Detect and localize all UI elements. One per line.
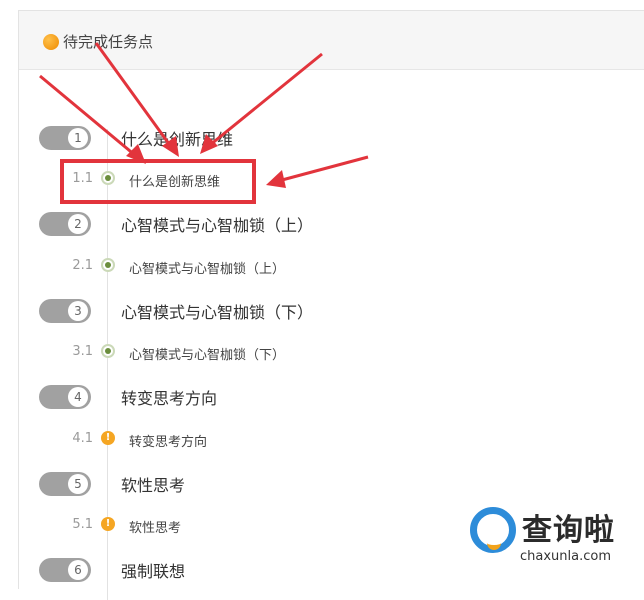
chapter-number: 3 bbox=[68, 301, 88, 321]
pending-task-icon: ! bbox=[101, 431, 115, 445]
chapter-toggle[interactable]: 2 bbox=[39, 212, 91, 236]
chapter-toggle[interactable]: 1 bbox=[39, 126, 91, 150]
pending-status-icon bbox=[43, 34, 59, 50]
chapter-number: 5 bbox=[68, 474, 88, 494]
chapter-number: 4 bbox=[68, 387, 88, 407]
chapter-toggle[interactable]: 3 bbox=[39, 299, 91, 323]
completed-dot-icon bbox=[101, 258, 115, 272]
chapter-toggle[interactable]: 4 bbox=[39, 385, 91, 409]
magnifier-logo-icon bbox=[470, 507, 516, 553]
chapter-title[interactable]: 软性思考 bbox=[121, 472, 185, 496]
task-panel: 待完成任务点 1 什么是创新思维 1.1 什么是创新思维 2 心智模式与心智枷锁… bbox=[18, 10, 644, 600]
chapter-toggle[interactable]: 5 bbox=[39, 472, 91, 496]
chapter-toggle[interactable]: 6 bbox=[39, 558, 91, 582]
chapter-number: 1 bbox=[68, 128, 88, 148]
lesson-title[interactable]: 心智模式与心智枷锁（上） bbox=[129, 258, 285, 277]
chapter-title[interactable]: 心智模式与心智枷锁（上） bbox=[121, 212, 313, 236]
lesson-number: 5.1 bbox=[72, 517, 93, 532]
watermark-logo: 查询啦 chaxunla.com bbox=[470, 507, 638, 571]
pending-task-icon: ! bbox=[101, 517, 115, 531]
chapter-number: 6 bbox=[68, 560, 88, 580]
watermark-domain: chaxunla.com bbox=[520, 549, 611, 564]
watermark-brand: 查询啦 bbox=[522, 513, 615, 548]
lesson-title[interactable]: 转变思考方向 bbox=[129, 431, 207, 450]
lesson-number: 2.1 bbox=[72, 258, 93, 273]
lesson-number: 4.1 bbox=[72, 431, 93, 446]
highlight-box bbox=[60, 159, 256, 204]
panel-title: 待完成任务点 bbox=[63, 33, 154, 51]
completed-dot-icon bbox=[101, 344, 115, 358]
chapter-title[interactable]: 心智模式与心智枷锁（下） bbox=[121, 299, 313, 323]
chapter-title[interactable]: 转变思考方向 bbox=[121, 385, 217, 409]
lesson-title[interactable]: 心智模式与心智枷锁（下） bbox=[129, 344, 285, 363]
chapter-number: 2 bbox=[68, 214, 88, 234]
chapter-title[interactable]: 强制联想 bbox=[121, 558, 185, 582]
panel-header: 待完成任务点 bbox=[19, 11, 644, 70]
lesson-number: 3.1 bbox=[72, 344, 93, 359]
lesson-title[interactable]: 软性思考 bbox=[129, 517, 181, 536]
chapter-title[interactable]: 什么是创新思维 bbox=[121, 126, 233, 150]
